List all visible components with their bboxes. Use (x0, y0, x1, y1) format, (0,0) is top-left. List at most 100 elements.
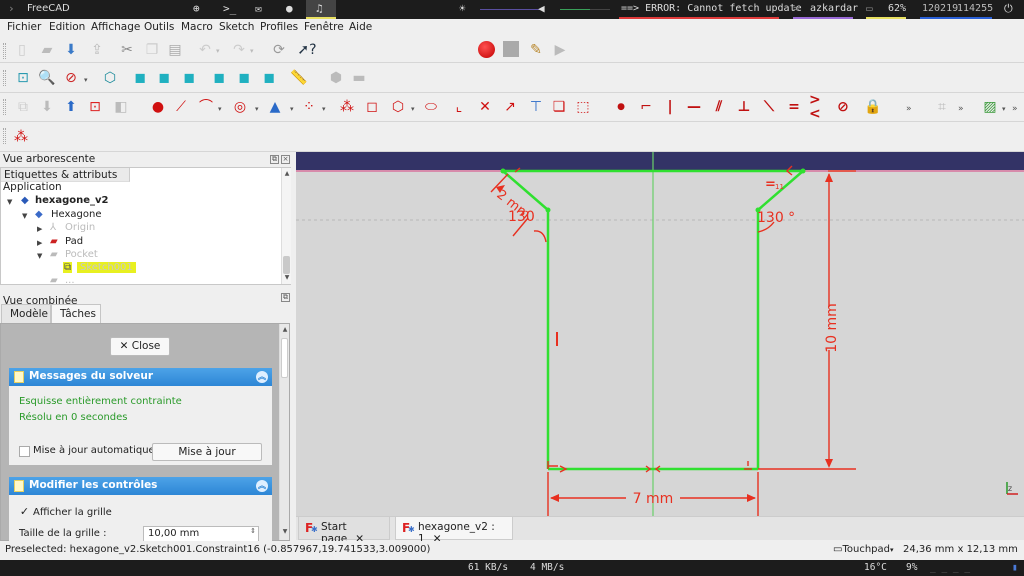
edit-controls-header[interactable]: Modifier les contrôles ︽ (9, 477, 272, 495)
create-polyline-icon[interactable]: ⁂ (338, 98, 356, 116)
construction-mode-icon[interactable]: ⬚ (574, 98, 592, 116)
toolbar-overflow-icon[interactable]: » (958, 104, 964, 114)
draw-style-dropdown[interactable]: ▾ (84, 76, 88, 84)
show-grid-checkbox[interactable]: ✓ (19, 506, 30, 518)
constrain-horizontal-icon[interactable]: — (685, 98, 703, 116)
extend-icon[interactable]: ↗ (501, 98, 519, 116)
map-sketch-icon[interactable]: ◧ (112, 98, 130, 116)
create-fillet-icon[interactable]: ⌞ (450, 98, 468, 116)
constrain-point-on-object-icon[interactable]: ⌐ (637, 98, 655, 116)
virtual-space-dropdown[interactable]: ▾ (1002, 105, 1006, 113)
float-panel-icon[interactable]: ⧉ (270, 155, 279, 164)
bspline-tools-icon[interactable]: ⌗ (933, 98, 951, 116)
redo-dropdown[interactable]: ▾ (250, 47, 254, 55)
menu-sketch[interactable]: Sketch (219, 21, 254, 33)
constrain-equal-icon[interactable]: = (785, 98, 803, 116)
constrain-vertical-icon[interactable]: | (661, 98, 679, 116)
trim-icon[interactable]: ✕ (476, 98, 494, 116)
menu-profiles[interactable]: Profiles (260, 21, 298, 33)
view-rear-icon[interactable]: ◼ (210, 69, 228, 87)
tab-modele[interactable]: Modèle (1, 304, 51, 324)
constrain-symmetric-icon[interactable]: >< (809, 93, 827, 121)
menu-macro[interactable]: Macro (181, 21, 213, 33)
collapse-icon[interactable]: ︽ (256, 480, 268, 492)
update-button[interactable]: Mise à jour (152, 443, 262, 461)
undo-dropdown[interactable]: ▾ (216, 47, 220, 55)
toolbar-grip[interactable] (3, 128, 6, 144)
scroll-up-icon[interactable]: ▲ (280, 326, 290, 333)
create-arc-icon[interactable]: ⌒ (197, 98, 215, 116)
whats-this-icon[interactable]: ➚? (297, 41, 316, 59)
draw-style-icon[interactable]: ⊘ (62, 69, 80, 87)
fit-all-icon[interactable]: ⊡ (14, 69, 32, 87)
task-scrollbar[interactable]: ▲ ▼ (279, 324, 289, 540)
create-slot-icon[interactable]: ⬭ (422, 98, 440, 116)
collapse-arrow-icon[interactable]: ▶ (37, 239, 42, 247)
menu-edition[interactable]: Edition (49, 21, 85, 33)
terminal-icon[interactable]: >_ (223, 2, 236, 15)
virtual-space-icon[interactable]: ▨ (981, 98, 999, 116)
menu-fenetre[interactable]: Fenêtre (304, 21, 344, 33)
scroll-up-icon[interactable]: ▲ (282, 170, 292, 177)
vertex[interactable] (545, 207, 551, 213)
power-icon[interactable]: ⏻ (1004, 2, 1013, 16)
sketch-canvas[interactable]: 10 mm 7 mm 130 ° 130 2 mm = 11 Z (296, 152, 1024, 516)
create-circle-icon[interactable]: ◎ (231, 98, 249, 116)
measure-icon[interactable]: 📏 (290, 69, 308, 87)
close-panel-icon[interactable]: × (281, 155, 290, 164)
view-isometric-icon[interactable]: ⬡ (101, 69, 119, 87)
tree-column-header[interactable]: Etiquettes & attributs (1, 168, 130, 182)
view-left-icon[interactable]: ◼ (260, 69, 278, 87)
external-geometry-icon[interactable]: ⊤ (527, 98, 545, 116)
bspline-dropdown[interactable]: ▾ (322, 105, 326, 113)
fit-selection-icon[interactable]: 🔍 (38, 69, 56, 87)
tab-start-page[interactable]: F ✱ Start page ✕ (298, 517, 390, 545)
menu-aide[interactable]: Aide (349, 21, 372, 33)
chat-icon[interactable]: ● (286, 2, 293, 15)
close-button[interactable]: ✕ Close (110, 337, 170, 356)
constrain-perpendicular-icon[interactable]: ⊥ (735, 98, 753, 116)
auto-update-checkbox[interactable] (19, 446, 30, 457)
create-conic-icon[interactable]: ▲ (266, 98, 284, 116)
network-globe-icon[interactable]: ⊕ (193, 2, 200, 15)
view-sketch-icon[interactable]: ⊡ (86, 98, 104, 116)
collapse-arrow-icon[interactable]: ▶ (37, 225, 42, 233)
angle-arc-left[interactable] (533, 230, 547, 243)
macro-run-icon[interactable]: ▶ (551, 41, 569, 59)
macro-edit-icon[interactable]: ✎ (527, 41, 545, 59)
macro-record-icon[interactable] (478, 41, 495, 58)
select-conflicting-icon[interactable]: ⁂ (12, 128, 30, 146)
carbon-copy-icon[interactable]: ❏ (550, 98, 568, 116)
width-dimension-label[interactable]: 7 mm (633, 491, 674, 507)
leave-sketch-icon[interactable]: ⬆ (62, 98, 80, 116)
scroll-thumb[interactable] (281, 338, 288, 378)
3d-viewport[interactable]: 10 mm 7 mm 130 ° 130 2 mm = 11 Z (296, 152, 1024, 516)
tab-taches[interactable]: Tâches (51, 304, 101, 325)
open-folder-icon[interactable]: ▰ (38, 41, 56, 59)
create-point-icon[interactable]: ● (149, 98, 167, 116)
view-right-icon[interactable]: ◼ (180, 69, 198, 87)
navigation-style-selector[interactable]: ▭Touchpad▾ (833, 544, 894, 555)
menu-fichier[interactable]: Fichier (7, 21, 41, 33)
height-dimension-label[interactable]: 10 mm (824, 303, 840, 353)
part-icon[interactable]: ⬢ (327, 69, 345, 87)
expand-arrow-icon[interactable]: ▼ (22, 212, 27, 220)
redo-icon[interactable]: ↷ (230, 41, 248, 59)
arc-dropdown[interactable]: ▾ (218, 105, 222, 113)
constrain-tangent-icon[interactable]: ⟍ (760, 98, 778, 116)
collapse-icon[interactable]: ︽ (256, 371, 268, 383)
save-as-icon[interactable]: ⇪ (88, 41, 106, 59)
toolbar-grip[interactable] (3, 99, 6, 115)
polygon-dropdown[interactable]: ▾ (411, 105, 415, 113)
new-file-icon[interactable]: ▯ (13, 41, 31, 59)
circle-dropdown[interactable]: ▾ (255, 105, 259, 113)
expand-arrow-icon[interactable]: ▼ (37, 252, 42, 260)
tree-scrollbar[interactable]: ▲ ▼ (281, 168, 291, 284)
scroll-down-icon[interactable]: ▼ (282, 274, 292, 281)
menu-affichage[interactable]: Affichage (91, 21, 140, 33)
refresh-icon[interactable]: ⟳ (270, 41, 288, 59)
view-top-icon[interactable]: ◼ (155, 69, 173, 87)
group-icon[interactable]: ▬ (350, 69, 368, 87)
scroll-down-icon[interactable]: ▼ (280, 528, 290, 535)
create-polygon-icon[interactable]: ⬡ (389, 98, 407, 116)
